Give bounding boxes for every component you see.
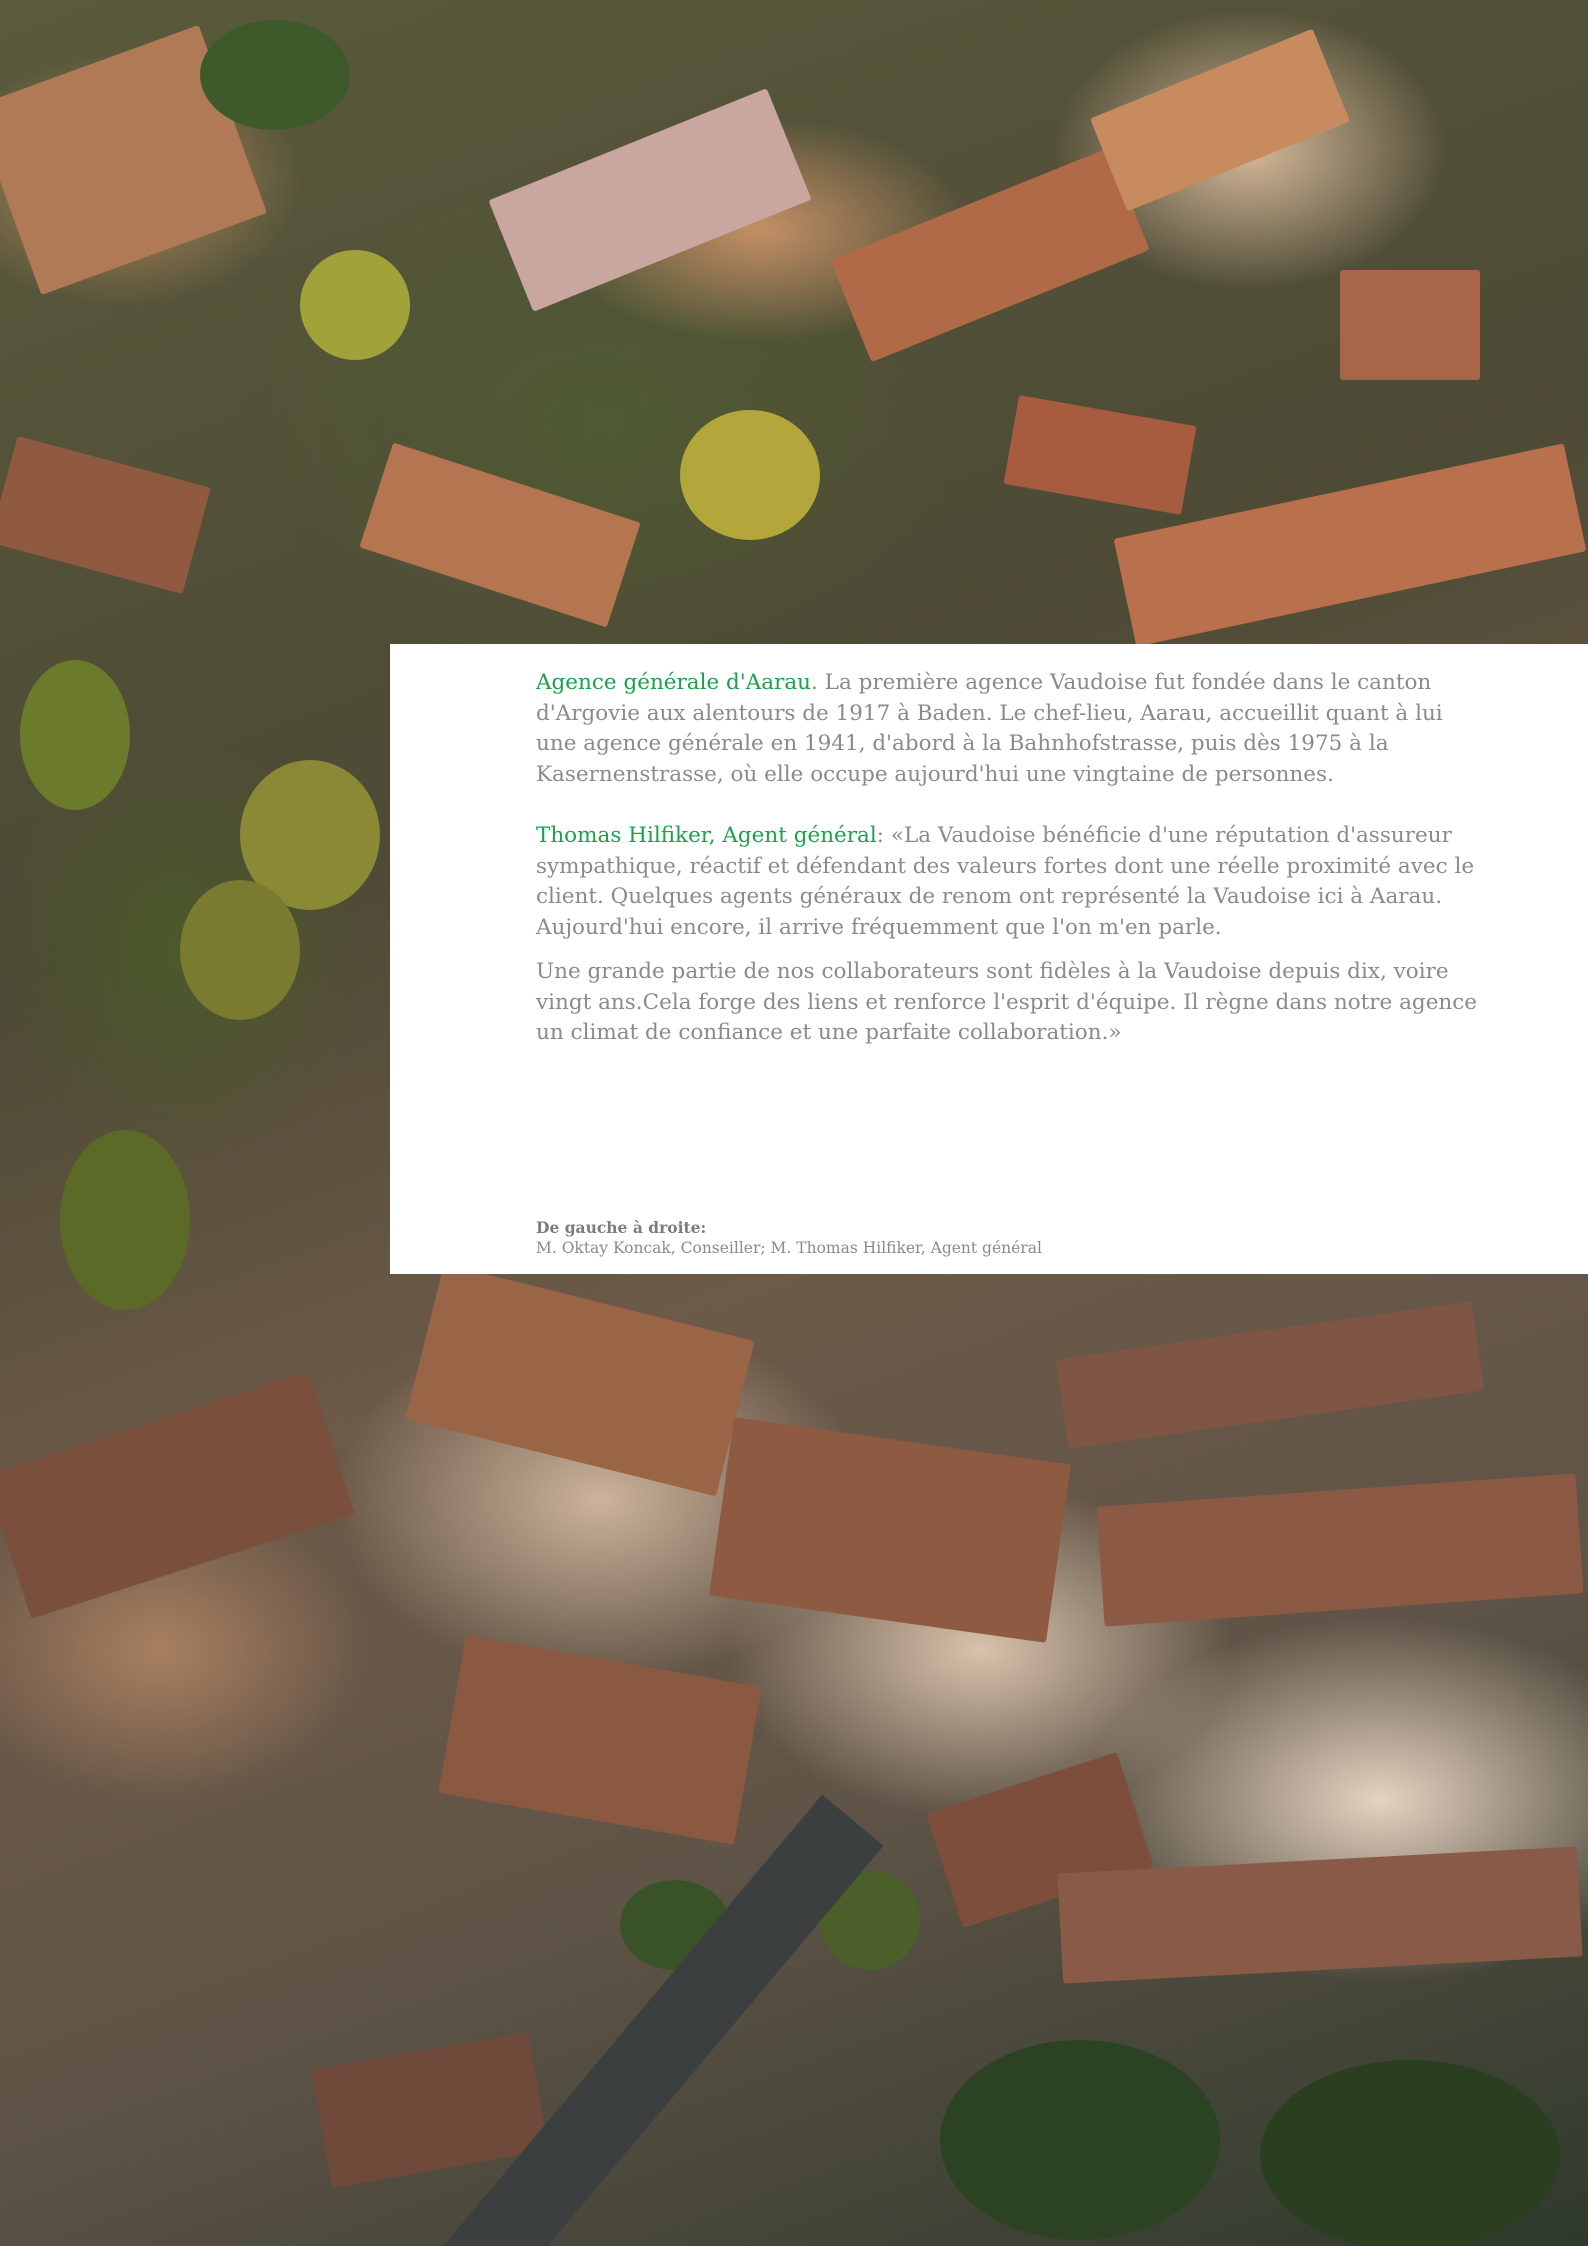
photo-caption: De gauche à droite: M. Oktay Koncak, Con… xyxy=(536,1218,1436,1258)
paragraph-agency: Agence générale d'Aarau. La première age… xyxy=(536,668,1486,790)
tree-shape xyxy=(180,880,300,1020)
article-text: Agence générale d'Aarau. La première age… xyxy=(536,668,1486,1049)
tree-shape xyxy=(300,250,410,360)
roof-shape xyxy=(488,88,812,312)
agency-heading: Agence générale d'Aarau xyxy=(536,670,812,695)
roof-shape xyxy=(830,147,1150,363)
tree-shape xyxy=(20,660,130,810)
roof-shape xyxy=(1340,270,1480,380)
roof-shape xyxy=(0,435,211,595)
tree-shape xyxy=(680,410,820,540)
tree-shape xyxy=(940,2040,1220,2240)
paragraph-quote: Thomas Hilfiker, Agent général: «La Vaud… xyxy=(536,821,1486,943)
text-panel: Agence générale d'Aarau. La première age… xyxy=(390,644,1588,1274)
roof-shape xyxy=(709,1417,1071,1643)
quote-body-continued: Une grande partie de nos collaborateurs … xyxy=(536,959,1478,1045)
roof-shape xyxy=(1090,28,1350,212)
paragraph-quote-continued: Une grande partie de nos collaborateurs … xyxy=(536,957,1486,1049)
tree-shape xyxy=(200,20,350,130)
roof-shape xyxy=(1003,395,1197,515)
street-shape xyxy=(436,1794,884,2246)
caption-title: De gauche à droite: xyxy=(536,1218,707,1237)
roof-shape xyxy=(359,442,641,628)
caption-text: M. Oktay Koncak, Conseiller; M. Thomas H… xyxy=(536,1239,1042,1257)
roof-shape xyxy=(1055,1301,1485,1449)
roof-shape xyxy=(438,1635,762,1845)
agent-heading: Thomas Hilfiker, Agent général xyxy=(536,823,877,848)
tree-shape xyxy=(1260,2060,1560,2246)
roof-shape xyxy=(405,1263,755,1497)
tree-shape xyxy=(60,1130,190,1310)
roof-shape xyxy=(0,1371,355,1619)
roof-shape xyxy=(1096,1473,1584,1627)
